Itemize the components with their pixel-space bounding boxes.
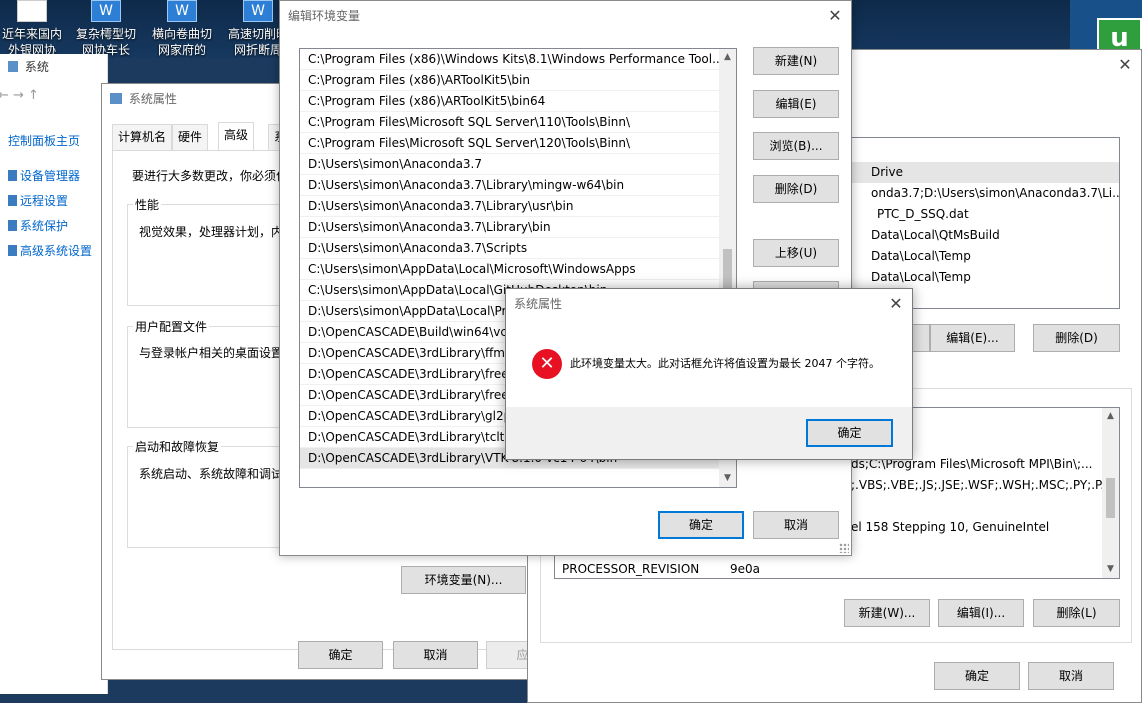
tab-computer-name[interactable]: 计算机名 — [112, 124, 173, 150]
word-doc-icon: W — [243, 0, 273, 22]
sidebar-item-advanced-settings[interactable]: 高级系统设置 — [8, 242, 108, 259]
list-item[interactable]: Data\Local\Temp — [871, 267, 1119, 288]
computer-icon — [8, 61, 18, 72]
delete-button[interactable]: 删除(D) — [753, 175, 839, 203]
startup-recovery-desc: 系统启动、系统故障和调试 — [139, 467, 284, 481]
desktop-icon-label: 横向卷曲切 — [151, 27, 212, 41]
scroll-down-icon[interactable]: ▼ — [719, 470, 736, 487]
system-new-button[interactable]: 新建(W)... — [844, 599, 930, 627]
user-profiles-desc: 与登录帐户相关的桌面设置 — [139, 346, 284, 360]
list-item[interactable]: D:\Users\simon\Anaconda3.7 — [300, 154, 720, 175]
close-icon[interactable]: ✕ — [1109, 50, 1141, 80]
nav-arrows[interactable]: ← → ↑ — [0, 88, 98, 103]
list-item[interactable]: Data\Local\Temp — [871, 246, 1119, 267]
list-item[interactable]: D:\Users\simon\Anaconda3.7\Library\usr\b… — [300, 196, 720, 217]
scroll-down-icon[interactable]: ▼ — [1102, 561, 1119, 578]
list-item[interactable]: PTC_D_SSQ.dat — [877, 204, 1119, 225]
list-item[interactable]: el 158 Stepping 10, GenuineIntel — [851, 517, 1103, 538]
sidebar-item-control-panel-home[interactable]: 控制面板主页 — [8, 132, 108, 149]
shield-icon — [8, 195, 17, 206]
list-item[interactable]: C:\Program Files (x86)\ARToolKit5\bin — [300, 70, 720, 91]
desktop-icon-3[interactable]: W 横向卷曲切 网家府的 — [150, 0, 214, 58]
user-delete-button[interactable]: 删除(D) — [1033, 324, 1120, 352]
list-item[interactable]: D:\Users\simon\Anaconda3.7\Library\bin — [300, 217, 720, 238]
error-icon: ✕ — [532, 349, 562, 379]
list-item[interactable]: C:\Program Files\Microsoft SQL Server\12… — [300, 133, 720, 154]
desktop-icon-label: 复杂樗型切 — [75, 27, 136, 41]
error-message-box: 系统属性 ✕ ✕ 此环境变量太大。此对话框允许将值设置为最长 2047 个字符。… — [505, 288, 913, 460]
sidebar-item-remote-settings[interactable]: 远程设置 — [8, 192, 108, 209]
computer-icon — [110, 93, 122, 104]
desktop-icon-2[interactable]: W 复杂樗型切 网协车长 — [74, 0, 138, 58]
variable-value[interactable]: 9e0a — [730, 559, 830, 578]
sidebar-item-label: 远程设置 — [20, 194, 69, 208]
system-window-title: 系统 — [0, 54, 108, 80]
list-item[interactable]: C:\Users\simon\AppData\Local\Microsoft\W… — [300, 259, 720, 280]
word-doc-icon: W — [167, 0, 197, 22]
cancel-button[interactable]: 取消 — [393, 641, 478, 669]
ok-button[interactable]: 确定 — [806, 419, 893, 447]
variable-name[interactable]: PROCESSOR_REVISION — [562, 559, 722, 578]
sidebar-item-label: 设备管理器 — [20, 169, 81, 183]
resize-grip-icon[interactable] — [839, 543, 849, 553]
list-item[interactable]: Drive — [851, 162, 1119, 183]
message-box-title: 系统属性 — [514, 297, 563, 311]
system-window-title-text: 系统 — [24, 60, 49, 74]
move-up-button[interactable]: 上移(U) — [753, 239, 839, 267]
error-message: 此环境变量太大。此对话框允许将值设置为最长 2047 个字符。 — [570, 357, 880, 370]
performance-label: 性能 — [133, 196, 162, 213]
shield-icon — [8, 170, 17, 181]
shield-icon — [8, 220, 17, 231]
list-item[interactable]: C:\Program Files (x86)\Windows Kits\8.1\… — [300, 49, 720, 70]
ok-button[interactable]: 确定 — [298, 641, 383, 669]
list-item[interactable]: ;.VBS;.VBE;.JS;.JSE;.WSF;.WSH;.MSC;.PY;.… — [851, 475, 1103, 496]
tab-hardware[interactable]: 硬件 — [172, 124, 209, 150]
sidebar-item-label: 高级系统设置 — [20, 244, 93, 258]
cancel-button[interactable]: 取消 — [753, 511, 839, 539]
edit-button[interactable]: 编辑(E) — [753, 90, 839, 118]
dialog-title: 编辑环境变量 — [288, 9, 361, 23]
admin-notice: 要进行大多数更改，你必须作 — [132, 169, 289, 183]
new-button[interactable]: 新建(N) — [753, 47, 839, 75]
close-icon[interactable]: ✕ — [880, 289, 912, 319]
performance-desc: 视觉效果，处理器计划，内 — [139, 225, 284, 239]
message-box-footer: 确定 — [506, 407, 912, 459]
startup-recovery-label: 启动和故障恢复 — [133, 438, 222, 455]
sidebar-item-system-protection[interactable]: 系统保护 — [8, 217, 108, 234]
system-window: 系统 ← → ↑ 控制面板主页 设备管理器 远程设置 系统保护 高级系统设置 — [0, 54, 108, 694]
desktop-icon-1[interactable]: 近年来国内 外银网协 — [0, 0, 64, 58]
scroll-up-icon[interactable]: ▲ — [719, 49, 736, 66]
ok-button[interactable]: 确定 — [658, 511, 744, 539]
scroll-thumb[interactable] — [1106, 478, 1115, 518]
tab-advanced[interactable]: 高级 — [218, 122, 255, 150]
list-item[interactable]: onda3.7;D:\Users\simon\Anaconda3.7\Li... — [871, 183, 1119, 204]
ok-button[interactable]: 确定 — [934, 662, 1020, 690]
cancel-button[interactable]: 取消 — [1028, 662, 1114, 690]
titlebar: 编辑环境变量 ✕ — [280, 1, 851, 31]
shield-icon — [8, 245, 17, 256]
scroll-up-icon[interactable]: ▲ — [1102, 408, 1119, 425]
titlebar: 系统属性 ✕ — [506, 289, 912, 319]
desktop-icon-label: 近年来国内 — [1, 27, 62, 41]
user-edit-button[interactable]: 编辑(E)... — [930, 324, 1015, 352]
close-icon[interactable]: ✕ — [819, 1, 851, 31]
list-item[interactable]: Data\Local\QtMsBuild — [871, 225, 1119, 246]
edit-environment-variable-dialog: 编辑环境变量 ✕ C:\Program Files (x86)\Windows … — [279, 0, 852, 556]
sidebar-item-label: 系统保护 — [20, 219, 69, 233]
document-icon — [17, 0, 47, 22]
system-delete-button[interactable]: 删除(L) — [1033, 599, 1120, 627]
list-item[interactable]: C:\Program Files (x86)\ARToolKit5\bin64 — [300, 91, 720, 112]
system-edit-button[interactable]: 编辑(I)... — [938, 599, 1024, 627]
list-item[interactable]: D:\Users\simon\Anaconda3.7\Library\mingw… — [300, 175, 720, 196]
system-list-scrollbar[interactable]: ▲ ▼ — [1102, 408, 1119, 578]
user-profiles-label: 用户配置文件 — [133, 318, 210, 335]
browse-button[interactable]: 浏览(B)... — [753, 132, 839, 160]
environment-variables-button[interactable]: 环境变量(N)... — [401, 566, 526, 594]
list-item[interactable]: D:\Users\simon\Anaconda3.7\Scripts — [300, 238, 720, 259]
dialog-title: 系统属性 — [128, 92, 177, 106]
word-doc-icon: W — [91, 0, 121, 22]
desktop-icon-label: 网家府的 — [157, 43, 206, 57]
list-item[interactable]: C:\Program Files\Microsoft SQL Server\11… — [300, 112, 720, 133]
sidebar-item-device-manager[interactable]: 设备管理器 — [8, 167, 108, 184]
